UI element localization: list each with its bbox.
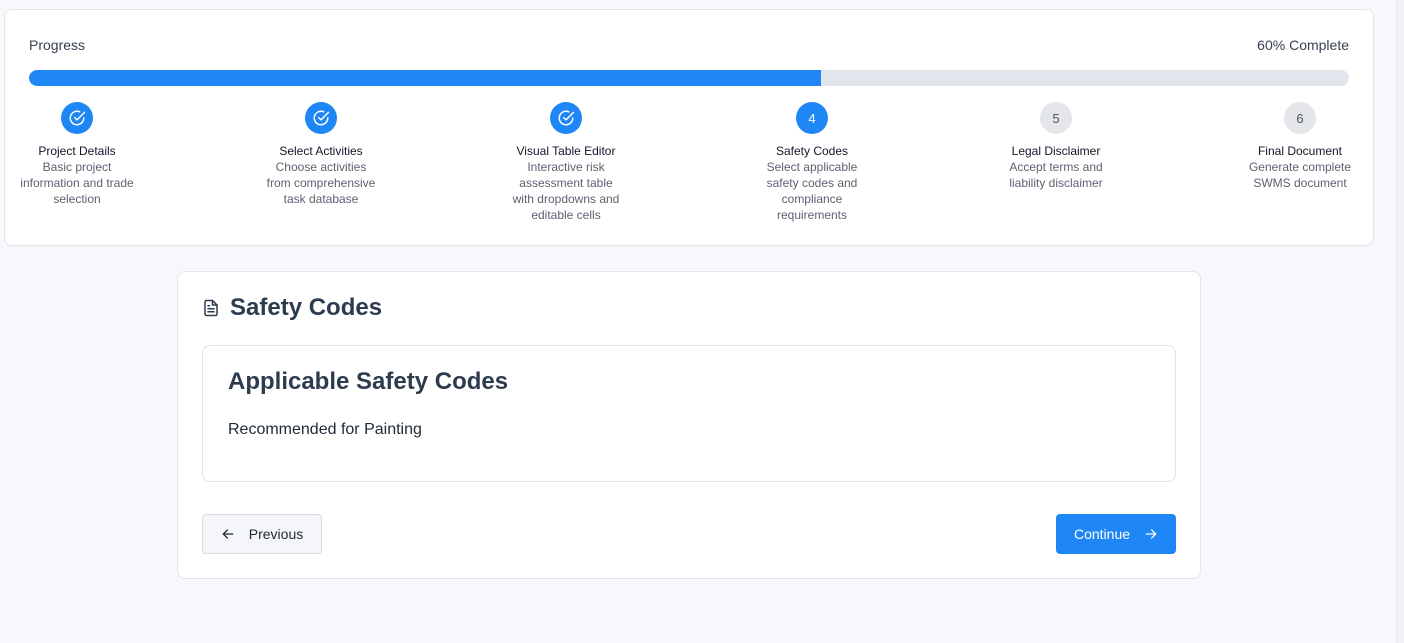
step-description: Interactive risk assessment table with d…: [512, 160, 620, 222]
step-title: Select Activities: [279, 144, 363, 158]
step-5-indicator: 5: [1040, 102, 1072, 134]
safety-codes-card: Safety Codes Applicable Safety Codes Rec…: [177, 271, 1201, 579]
step-title: Safety Codes: [775, 144, 849, 158]
continue-button-label: Continue: [1073, 526, 1131, 542]
step-description: Accept terms and liability disclaimer: [1009, 160, 1103, 190]
progress-bar-fill: [29, 70, 821, 86]
step-6-indicator: 6: [1284, 102, 1316, 134]
previous-button[interactable]: Previous: [202, 514, 322, 554]
recommended-text: Recommended for Painting: [228, 421, 422, 438]
step-title: Final Document: [1257, 144, 1343, 158]
progress-card: Progress 60% Complete Project Details Ba…: [4, 9, 1374, 246]
step-description: Basic project information and trade sele…: [20, 160, 134, 206]
arrow-left-icon: [222, 529, 234, 539]
arrow-right-icon: [1145, 529, 1157, 539]
check-circle-icon: [558, 110, 575, 126]
step-legal-disclaimer[interactable]: 5 Legal Disclaimer Accept terms and liab…: [991, 102, 1121, 191]
previous-button-label: Previous: [248, 526, 304, 542]
step-title: Visual Table Editor: [516, 144, 616, 158]
step-title: Legal Disclaimer: [1011, 144, 1101, 158]
check-circle-icon: [69, 110, 86, 126]
step-4-indicator: 4: [796, 102, 828, 134]
progress-percent: 60% Complete: [1257, 37, 1349, 53]
progress-label: Progress: [29, 37, 86, 53]
step-final-document[interactable]: 6 Final Document Generate complete SWMS …: [1235, 102, 1365, 191]
progress-bar: [29, 70, 1349, 86]
step-project-details[interactable]: Project Details Basic project informatio…: [12, 102, 142, 207]
step-visual-table-editor[interactable]: Visual Table Editor Interactive risk ass…: [501, 102, 631, 223]
document-icon: [204, 299, 218, 317]
page-title: Safety Codes: [230, 294, 383, 321]
step-title: Project Details: [38, 144, 116, 158]
step-select-activities[interactable]: Select Activities Choose activities from…: [256, 102, 386, 207]
step-description: Select applicable safety codes and compl…: [766, 160, 858, 222]
applicable-codes-panel: Applicable Safety Codes Recommended for …: [202, 345, 1176, 482]
check-circle-icon: [313, 110, 330, 126]
section-title: Applicable Safety Codes: [228, 368, 509, 395]
scrollbar[interactable]: [1396, 0, 1404, 643]
step-description: Generate complete SWMS document: [1248, 160, 1352, 190]
step-description: Choose activities from comprehensive tas…: [266, 160, 376, 206]
continue-button[interactable]: Continue: [1056, 514, 1176, 554]
step-3-indicator: [550, 102, 582, 134]
step-2-indicator: [305, 102, 337, 134]
step-1-indicator: [61, 102, 93, 134]
card-header: Safety Codes: [202, 294, 382, 322]
step-safety-codes[interactable]: 4 Safety Codes Select applicable safety …: [747, 102, 877, 223]
